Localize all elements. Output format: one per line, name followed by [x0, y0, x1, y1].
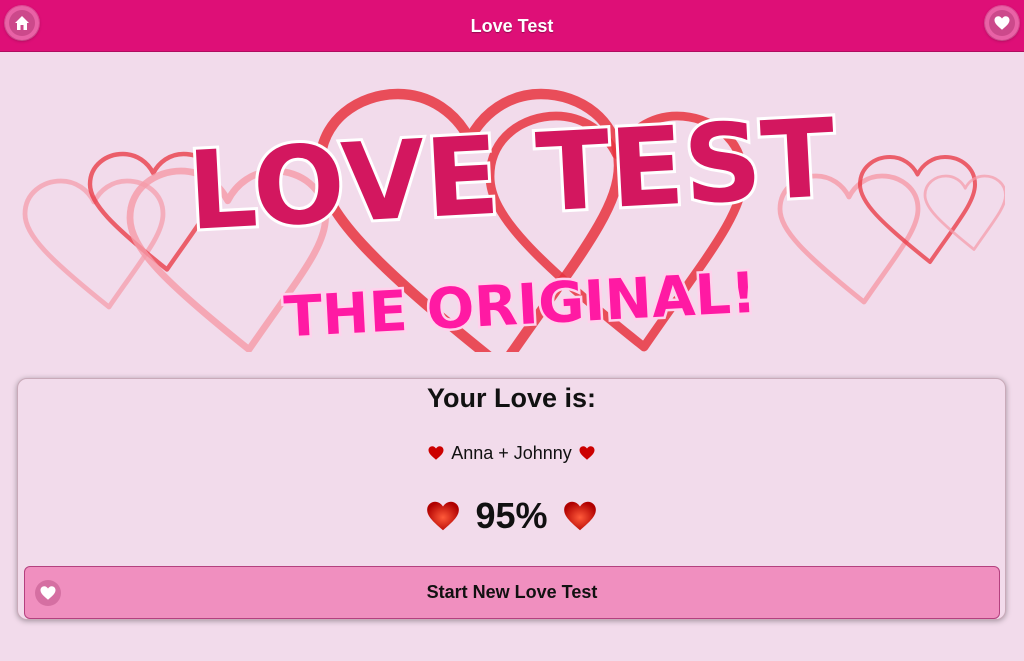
couple-names: Anna + Johnny: [451, 442, 572, 463]
heart-icon: [428, 446, 444, 460]
start-new-test-button[interactable]: Start New Love Test: [24, 566, 1000, 619]
heart-icon: [994, 16, 1010, 30]
heart-icon: [563, 501, 596, 531]
heart-icon: [427, 501, 460, 531]
logo-subtitle: THE ORIGINAL!: [283, 261, 758, 351]
love-percentage: 95%: [475, 495, 548, 536]
couple-names-row: Anna + Johnny: [18, 441, 1005, 465]
start-new-test-label: Start New Love Test: [426, 582, 598, 602]
top-bar: Love Test: [0, 0, 1024, 52]
logo-title: LOVE TEST: [185, 96, 839, 255]
result-card: Your Love is: Anna + Johnny 95% Start Ne…: [17, 378, 1006, 620]
page-title: Love Test: [470, 16, 554, 36]
favorite-button[interactable]: [985, 6, 1019, 40]
love-percentage-row: 95%: [18, 491, 1005, 541]
heart-icon: [579, 446, 595, 460]
love-test-logo: LOVE TEST THE ORIGINAL!: [20, 62, 1007, 373]
result-heading: Your Love is:: [426, 383, 597, 413]
decorative-hearts: LOVE TEST THE ORIGINAL!: [22, 88, 1007, 373]
